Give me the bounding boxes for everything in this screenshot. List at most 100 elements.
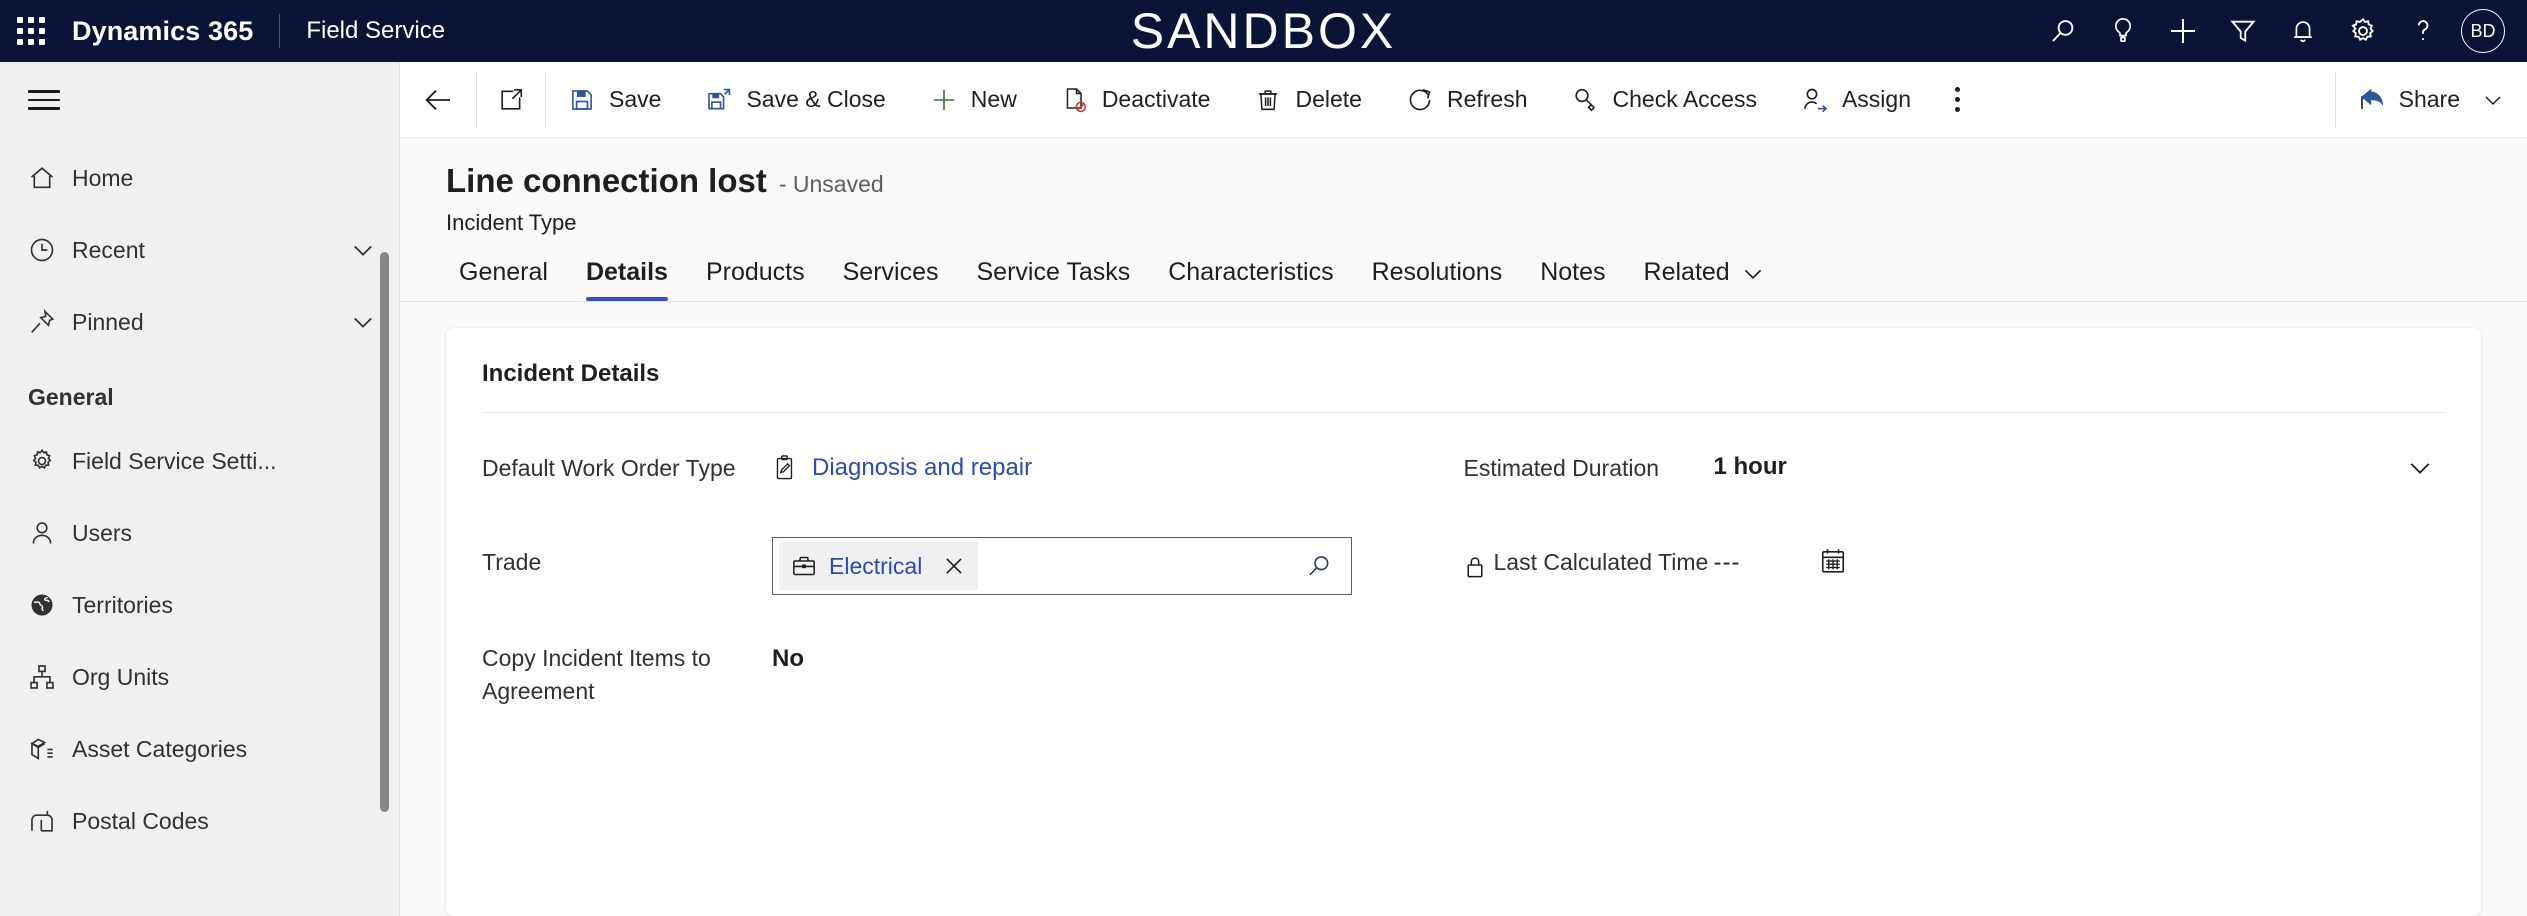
pin-icon (28, 308, 72, 336)
new-button[interactable]: New (912, 72, 1035, 128)
section-title: Incident Details (482, 360, 660, 387)
new-button-label: New (970, 86, 1017, 112)
field-value: 1 hour (1714, 443, 2446, 491)
command-divider (545, 71, 546, 128)
deactivate-button-label: Deactivate (1101, 86, 1211, 112)
record-header: Line connection lost - Unsaved Incident … (400, 138, 2527, 236)
chevron-down-icon[interactable] (2473, 88, 2505, 112)
delete-button[interactable]: Delete (1236, 72, 1379, 128)
deactivate-icon (1061, 86, 1089, 114)
sidebar-item-territories[interactable]: Territories (0, 569, 399, 641)
save-button-label: Save (609, 86, 662, 112)
tab-products[interactable]: Products (691, 258, 820, 301)
sidebar-item-asset-categories[interactable]: Asset Categories (0, 713, 399, 785)
sidebar-item-label: Postal Codes (72, 807, 209, 834)
refresh-button[interactable]: Refresh (1388, 72, 1546, 128)
tab-related[interactable]: Related (1629, 258, 1781, 301)
field-value: --- (1714, 537, 2446, 585)
back-arrow-icon[interactable] (400, 72, 476, 128)
chevron-down-icon[interactable] (2405, 452, 2445, 482)
plus-icon[interactable] (2153, 0, 2213, 62)
trade-token[interactable]: Electrical (779, 542, 979, 590)
hamburger-menu-icon[interactable] (0, 62, 399, 138)
refresh-button-label: Refresh (1446, 86, 1528, 112)
sidebar-scrollbar[interactable] (380, 252, 389, 812)
open-in-new-window-icon[interactable] (477, 72, 545, 128)
lightbulb-icon[interactable] (2093, 0, 2153, 62)
tab-details[interactable]: Details (571, 258, 683, 301)
gear-icon (28, 447, 72, 475)
close-x-icon[interactable] (934, 543, 974, 589)
gear-icon[interactable] (2333, 0, 2393, 62)
sidebar-item-label: Territories (72, 591, 173, 618)
sidebar-item-field-service-settings[interactable]: Field Service Setti... (0, 425, 399, 497)
chevron-down-icon[interactable] (1740, 260, 1766, 286)
hamburger-bars (28, 84, 60, 116)
form-content: Incident Details Default Work Order Type (400, 302, 2527, 916)
tab-general[interactable]: General (444, 258, 563, 301)
tab-service-tasks[interactable]: Service Tasks (961, 258, 1145, 301)
app-body: Home Recent Pinned General Field Service… (0, 62, 2527, 916)
brand-title[interactable]: Dynamics 365 (62, 16, 253, 47)
key-icon (1572, 86, 1600, 114)
assign-button[interactable]: Assign (1783, 72, 1929, 128)
save-and-close-button-label: Save & Close (746, 86, 886, 112)
chevron-down-icon[interactable] (349, 308, 377, 336)
default-work-order-type-link[interactable]: Diagnosis and repair (772, 452, 1032, 482)
form-tabs: General Details Products Services Servic… (400, 258, 2527, 301)
avatar[interactable]: BD (2461, 9, 2505, 53)
sidebar-item-postal-codes[interactable]: Postal Codes (0, 785, 399, 857)
top-header: Dynamics 365 Field Service SANDBOX BD (0, 0, 2527, 62)
brand-divider (279, 14, 281, 48)
estimated-duration-value: 1 hour (1713, 453, 1787, 480)
org-chart-icon (28, 663, 72, 691)
sidebar-item-org-units[interactable]: Org Units (0, 641, 399, 713)
check-access-button[interactable]: Check Access (1554, 72, 1775, 128)
search-icon[interactable] (2033, 0, 2093, 62)
sidebar-item-label: Org Units (72, 663, 170, 690)
tab-characteristics[interactable]: Characteristics (1153, 258, 1348, 301)
trash-icon (1254, 87, 1282, 113)
deactivate-button[interactable]: Deactivate (1043, 72, 1229, 128)
estimated-duration-combobox[interactable]: 1 hour (1714, 452, 2446, 482)
chevron-down-icon[interactable] (349, 236, 377, 264)
sidebar-item-users[interactable]: Users (0, 497, 399, 569)
more-options-icon[interactable] (1933, 72, 1982, 128)
bell-icon[interactable] (2273, 0, 2333, 62)
app-name[interactable]: Field Service (306, 17, 445, 45)
trade-token-label: Electrical (829, 552, 923, 579)
assign-person-icon (1801, 86, 1829, 114)
sidebar-item-recent[interactable]: Recent (0, 214, 399, 286)
work-order-type-icon (772, 454, 798, 482)
share-button[interactable]: Share (2340, 72, 2523, 128)
share-icon (2358, 86, 2386, 114)
sidebar-group-label: General (28, 384, 114, 410)
copy-incident-items-value: No (772, 645, 804, 672)
sidebar-item-home[interactable]: Home (0, 142, 399, 214)
save-button[interactable]: Save (550, 72, 679, 128)
field-trade: Trade Electrical (482, 537, 1464, 595)
save-and-close-button[interactable]: Save & Close (687, 72, 903, 128)
calendar-icon[interactable] (1818, 546, 1848, 576)
save-floppy-icon (568, 87, 596, 113)
trade-lookup-input[interactable]: Electrical (772, 537, 1352, 595)
page-title: Line connection lost (446, 162, 767, 199)
tab-notes[interactable]: Notes (1525, 258, 1620, 301)
field-copy-incident-items-to-agreement: Copy Incident Items to Agreement No (482, 633, 1464, 709)
field-label-group: Last Calculated Time (1464, 537, 1714, 579)
app-launcher-icon[interactable] (0, 0, 62, 62)
lookup-search-icon[interactable] (1287, 552, 1351, 580)
field-value[interactable]: No (772, 633, 1464, 681)
sidebar-nav: Home Recent Pinned General Field Service… (0, 138, 399, 857)
save-and-close-icon (705, 87, 733, 113)
field-label: Copy Incident Items to Agreement (482, 645, 711, 705)
field-label: Estimated Duration (1463, 455, 1660, 481)
tab-resolutions[interactable]: Resolutions (1357, 258, 1518, 301)
field-last-calculated-time: Last Calculated Time --- (1464, 537, 2446, 593)
entity-name: Incident Type (446, 210, 577, 235)
check-access-button-label: Check Access (1612, 86, 1757, 112)
question-icon[interactable] (2393, 0, 2453, 62)
tab-services[interactable]: Services (828, 258, 954, 301)
sidebar-item-pinned[interactable]: Pinned (0, 286, 399, 358)
filter-icon[interactable] (2213, 0, 2273, 62)
